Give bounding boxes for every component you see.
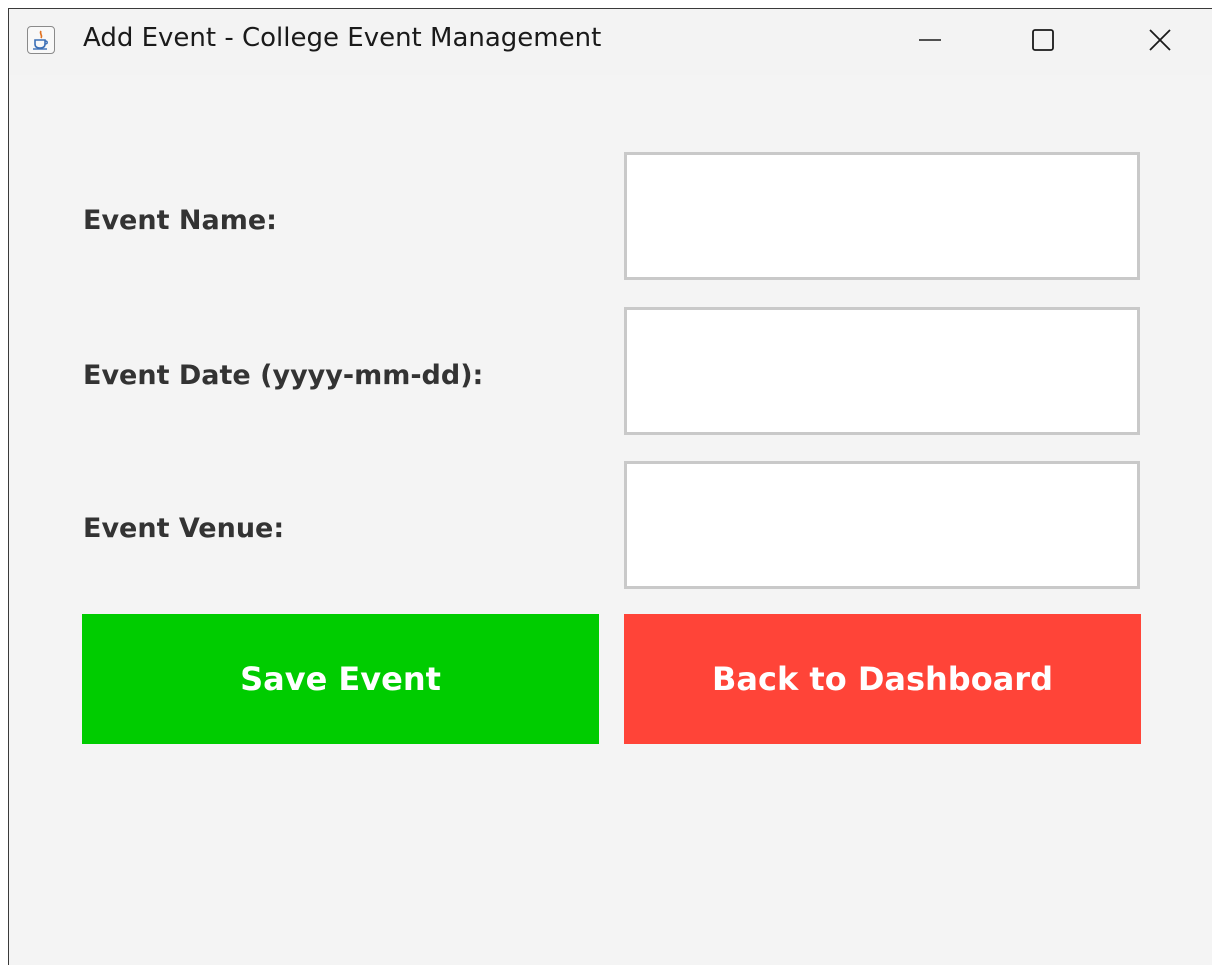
save-event-button[interactable]: Save Event: [82, 614, 599, 744]
maximize-icon: [1032, 29, 1054, 51]
title-bar[interactable]: Add Event - College Event Management: [9, 9, 1212, 75]
app-window: Add Event - College Event Management Eve…: [8, 8, 1212, 965]
event-venue-label: Event Venue:: [83, 513, 285, 544]
back-to-dashboard-button[interactable]: Back to Dashboard: [624, 614, 1141, 744]
close-icon: [1149, 29, 1171, 51]
event-venue-field[interactable]: [624, 461, 1140, 589]
event-date-label: Event Date (yyyy-mm-dd):: [83, 360, 484, 391]
event-name-field[interactable]: [624, 152, 1140, 280]
maximize-button[interactable]: [1012, 9, 1072, 71]
event-date-field[interactable]: [624, 307, 1140, 435]
minimize-icon: [919, 39, 941, 41]
minimize-button[interactable]: [899, 9, 959, 71]
java-cup-icon[interactable]: [27, 26, 55, 54]
event-name-label: Event Name:: [83, 205, 277, 236]
close-button[interactable]: [1129, 9, 1189, 71]
window-title: Add Event - College Event Management: [83, 23, 602, 53]
